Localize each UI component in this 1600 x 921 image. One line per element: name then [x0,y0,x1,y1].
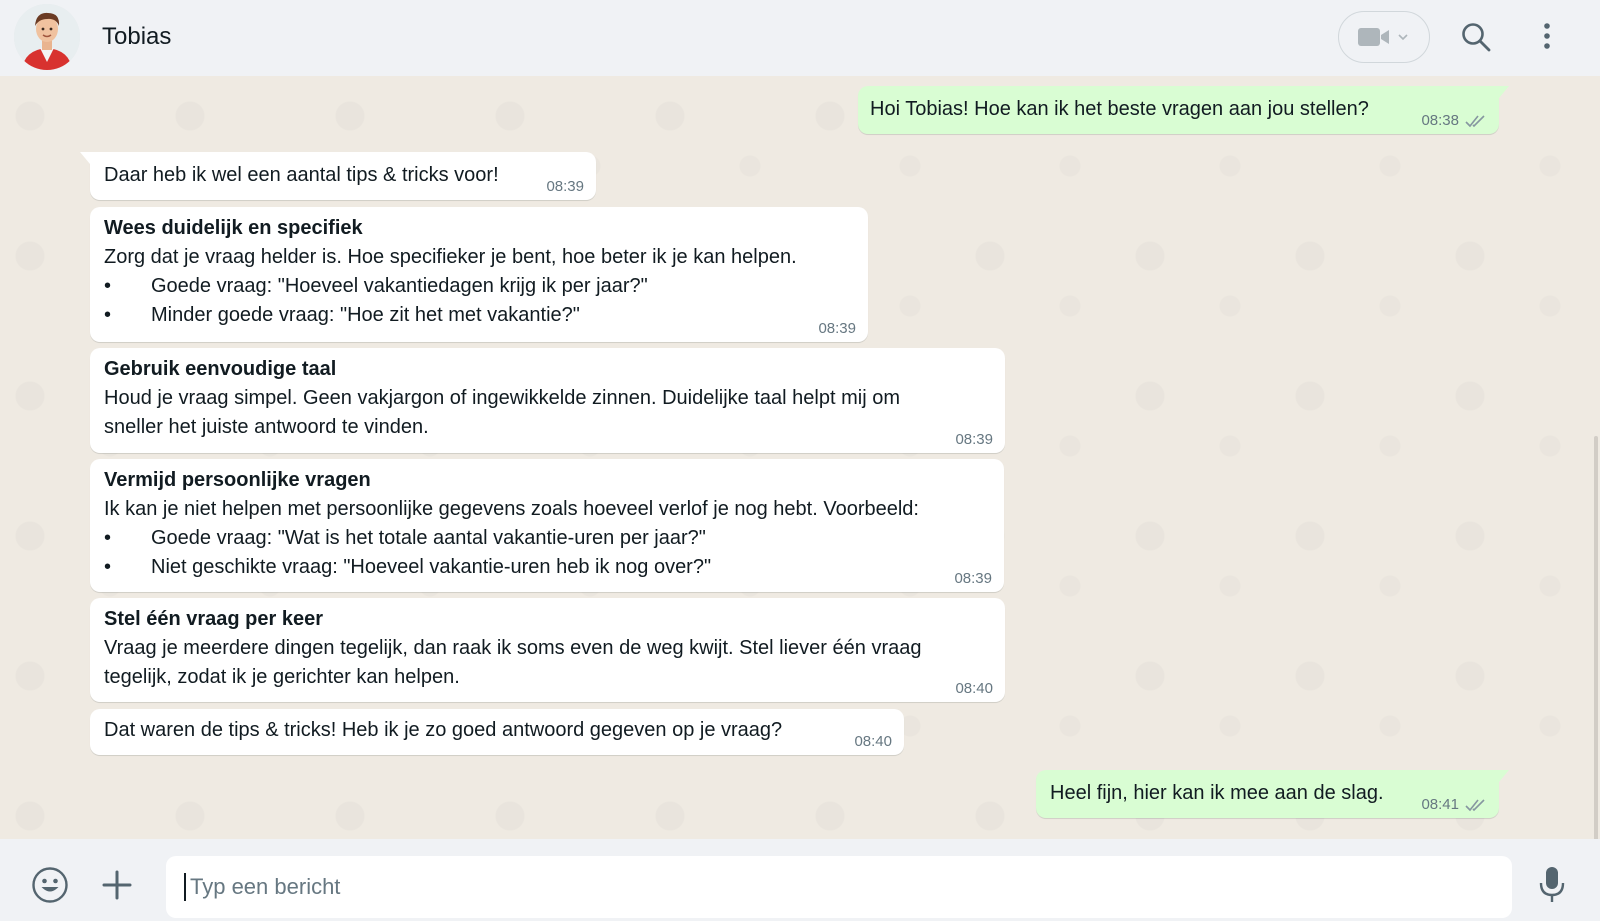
search-icon[interactable] [1460,21,1492,53]
bullet-item: • Niet geschikte vraag: "Hoeveel vakantie… [104,556,712,578]
message-outgoing[interactable]: Hoi Tobias! Hoe kan ik het beste vragen … [858,86,1509,134]
message-incoming[interactable]: Daar heb ik wel een aantal tips & tricks… [80,152,596,200]
message-line: Ik kan je niet helpen met persoonlijke g… [104,498,919,520]
message-line: Vraag je meerdere dingen tegelijk, dan r… [104,637,922,659]
message-title: Wees duidelijk en specifiek [104,217,363,239]
message-text: Daar heb ik wel een aantal tips & tricks… [104,164,499,186]
double-check-icon [1465,799,1485,812]
message-incoming[interactable]: Vermijd persoonlijke vragen Ik kan je ni… [90,459,1004,592]
avatar-image [14,4,80,70]
message-time: 08:41 [1421,796,1459,813]
message-time: 08:38 [1421,112,1459,129]
message-incoming[interactable]: Dat waren de tips & tricks! Heb ik je zo… [90,709,904,755]
message-input-placeholder: Typ een bericht [190,874,341,899]
message-incoming[interactable]: Gebruik eenvoudige taal Houd je vraag si… [90,348,1005,453]
message-outgoing[interactable]: Heel fijn, hier kan ik mee aan de slag. … [1036,770,1509,818]
message-line: tegelijk, zodat ik je gerichter kan help… [104,666,460,688]
message-line: Zorg dat je vraag helder is. Hoe specifi… [104,246,797,268]
video-call-icon [1358,28,1389,46]
contact-name[interactable]: Tobias [102,23,171,51]
message-time: 08:39 [955,431,993,448]
message-title: Vermijd persoonlijke vragen [104,469,371,491]
message-text: Heel fijn, hier kan ik mee aan de slag. [1050,782,1384,804]
message-time: 08:40 [955,680,993,697]
bullet-item: • Minder goede vraag: "Hoe zit het met va… [104,304,580,326]
message-time: 08:39 [818,320,856,337]
microphone-icon[interactable] [1539,866,1565,904]
message-line: sneller het juiste antwoord te vinden. [104,416,429,438]
double-check-icon [1465,115,1485,128]
chevron-down-icon [1398,34,1408,41]
message-title: Gebruik eenvoudige taal [104,358,337,380]
message-text: Hoi Tobias! Hoe kan ik het beste vragen … [870,98,1369,120]
bullet-item: • Goede vraag: "Wat is het totale aantal … [104,527,706,549]
contact-avatar[interactable] [14,4,80,70]
message-line: Houd je vraag simpel. Geen vakjargon of … [104,387,900,409]
emoji-icon[interactable] [31,866,69,904]
message-time: 08:40 [854,733,892,750]
chat-header: Tobias [0,0,1600,76]
message-title: Stel één vraag per keer [104,608,324,630]
message-input[interactable]: Typ een bericht [166,856,1512,918]
message-incoming[interactable]: Stel één vraag per keer Vraag je meerder… [90,598,1005,702]
plus-icon[interactable] [102,870,132,900]
text-caret [184,873,186,901]
menu-dots-icon[interactable] [1542,22,1552,52]
message-incoming[interactable]: Wees duidelijk en specifiek Zorg dat je … [90,207,868,342]
bullet-item: • Goede vraag: "Hoeveel vakantiedagen kri… [104,275,648,297]
message-time: 08:39 [954,570,992,587]
message-list[interactable]: Hoi Tobias! Hoe kan ik het beste vragen … [0,76,1600,839]
scrollbar[interactable] [1594,436,1598,839]
message-text: Dat waren de tips & tricks! Heb ik je zo… [104,719,783,741]
video-call-button[interactable] [1338,11,1430,63]
message-time: 08:39 [546,178,584,195]
